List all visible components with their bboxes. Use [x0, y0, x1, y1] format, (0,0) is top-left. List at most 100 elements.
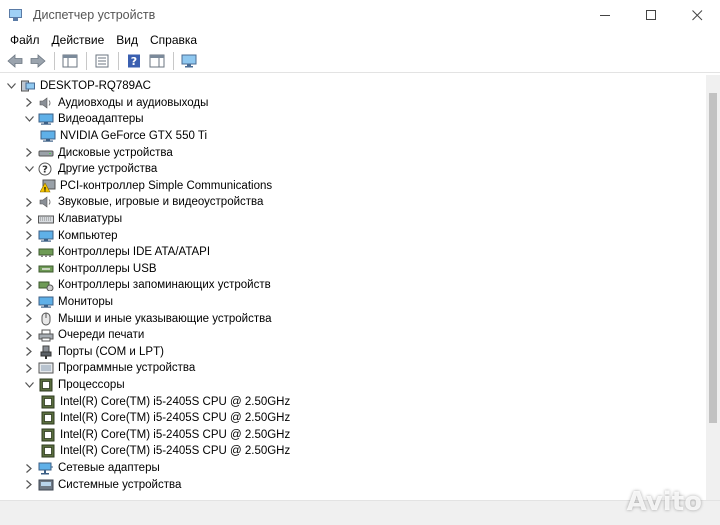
tree-item-label: Контроллеры запоминающих устройств — [58, 279, 271, 292]
tree-item-label: Intel(R) Core(TM) i5-2405S CPU @ 2.50GHz — [60, 412, 291, 425]
tree-category[interactable]: Устройства HID (Human Interface Devices) — [22, 493, 281, 495]
menu-view[interactable]: Вид — [110, 33, 144, 47]
chevron-down-icon[interactable] — [4, 79, 18, 93]
port-icon — [38, 345, 54, 359]
minimize-button[interactable] — [582, 0, 628, 30]
horizontal-scrollbar[interactable] — [0, 500, 720, 525]
tree-item-label: Intel(R) Core(TM) i5-2405S CPU @ 2.50GHz — [60, 445, 291, 458]
tree-category[interactable]: Аудиовходы и аудиовыходы — [22, 95, 208, 112]
forward-button[interactable] — [27, 51, 49, 71]
menu-action[interactable]: Действие — [46, 33, 111, 47]
chevron-right-icon[interactable] — [22, 328, 36, 342]
vertical-scrollbar[interactable] — [706, 75, 720, 500]
tree-category[interactable]: Программные устройства — [22, 360, 195, 377]
processor-icon — [40, 395, 56, 409]
tree-item-label: Клавиатуры — [58, 213, 123, 226]
chevron-right-icon[interactable] — [22, 278, 36, 292]
properties-button[interactable] — [91, 51, 113, 71]
scan-hardware-button[interactable] — [178, 51, 200, 71]
show-hide-console-tree-icon — [62, 54, 78, 67]
tree-category[interactable]: Порты (COM и LPT) — [22, 344, 164, 361]
chevron-right-icon[interactable] — [22, 312, 36, 326]
tree-category[interactable]: Контроллеры IDE ATA/ATAPI — [22, 244, 210, 261]
maximize-button[interactable] — [628, 0, 674, 30]
tree-item-label: Intel(R) Core(TM) i5-2405S CPU @ 2.50GHz — [60, 395, 291, 408]
tree-device[interactable]: Intel(R) Core(TM) i5-2405S CPU @ 2.50GHz — [38, 443, 290, 460]
tree-category[interactable]: Клавиатуры — [22, 211, 122, 228]
chevron-right-icon[interactable] — [22, 494, 36, 495]
mouse-icon — [38, 312, 54, 326]
tree-category[interactable]: Мониторы — [22, 294, 113, 311]
tree-category[interactable]: Контроллеры запоминающих устройств — [22, 277, 271, 294]
device-tree[interactable]: DESKTOP-RQ789AC Аудиовходы и аудиовыходы… — [0, 75, 706, 495]
tree-category[interactable]: Видеоадаптеры — [22, 111, 144, 128]
tree-root-label: DESKTOP-RQ789AC — [40, 80, 151, 93]
tree-category[interactable]: ? Другие устройства — [22, 161, 157, 178]
scroll-thumb[interactable] — [709, 93, 717, 423]
disk-drive-icon — [38, 146, 54, 160]
chevron-right-icon[interactable] — [22, 229, 36, 243]
chevron-down-icon[interactable] — [22, 378, 36, 392]
tree-device[interactable]: Intel(R) Core(TM) i5-2405S CPU @ 2.50GHz — [38, 393, 290, 410]
chevron-right-icon[interactable] — [22, 345, 36, 359]
close-button[interactable] — [674, 0, 720, 30]
chevron-right-icon[interactable] — [22, 212, 36, 226]
software-device-icon — [38, 361, 54, 375]
chevron-right-icon[interactable] — [22, 262, 36, 276]
chevron-right-icon[interactable] — [22, 96, 36, 110]
tree-item-label: Программные устройства — [58, 362, 196, 375]
help-icon: ? — [128, 54, 140, 68]
tree-category[interactable]: Мыши и иные указывающие устройства — [22, 310, 272, 327]
action-pane-button[interactable] — [146, 51, 168, 71]
minimize-icon — [599, 14, 610, 16]
device-manager-icon — [8, 7, 24, 23]
title-bar: Диспетчер устройств — [0, 0, 720, 30]
network-adapter-icon — [38, 461, 54, 475]
svg-text:?: ? — [42, 165, 48, 176]
display-adapter-icon — [40, 129, 56, 143]
tree-item-label: Мониторы — [58, 296, 114, 309]
help-button[interactable]: ? — [123, 51, 145, 71]
tree-category[interactable]: Компьютер — [22, 227, 118, 244]
tree-category[interactable]: Очереди печати — [22, 327, 144, 344]
tree-category[interactable]: Сетевые адаптеры — [22, 460, 160, 477]
tree-device[interactable]: Intel(R) Core(TM) i5-2405S CPU @ 2.50GHz — [38, 427, 290, 444]
chevron-right-icon[interactable] — [22, 295, 36, 309]
tree-device[interactable]: Intel(R) Core(TM) i5-2405S CPU @ 2.50GHz — [38, 410, 290, 427]
chevron-right-icon[interactable] — [22, 195, 36, 209]
tree-category[interactable]: Дисковые устройства — [22, 144, 173, 161]
chevron-right-icon[interactable] — [22, 478, 36, 492]
tree-category[interactable]: Процессоры — [22, 377, 125, 394]
tree-device[interactable]: NVIDIA GeForce GTX 550 Ti — [38, 128, 207, 145]
printer-icon — [38, 328, 54, 342]
tree-root[interactable]: DESKTOP-RQ789AC — [4, 78, 151, 95]
back-button[interactable] — [4, 51, 26, 71]
chevron-right-icon[interactable] — [22, 461, 36, 475]
action-pane-icon — [149, 54, 165, 67]
tree-item-label: PCI-контроллер Simple Communications — [60, 179, 273, 192]
avito-watermark: Avito — [626, 487, 702, 517]
sound-icon — [38, 195, 54, 209]
menu-file[interactable]: Файл — [4, 33, 46, 47]
chevron-down-icon[interactable] — [22, 162, 36, 176]
processor-icon — [40, 411, 56, 425]
menu-help[interactable]: Справка — [144, 33, 203, 47]
chevron-right-icon[interactable] — [22, 361, 36, 375]
usb-icon — [38, 262, 54, 276]
chevron-right-icon[interactable] — [22, 245, 36, 259]
tree-category[interactable]: Контроллеры USB — [22, 261, 157, 278]
menu-bar: Файл Действие Вид Справка — [0, 30, 720, 49]
tree-item-label: Сетевые адаптеры — [58, 462, 160, 475]
chevron-down-icon[interactable] — [22, 112, 36, 126]
speaker-icon — [38, 96, 54, 110]
unknown-device-icon: ? — [38, 162, 54, 176]
tree-item-label: Intel(R) Core(TM) i5-2405S CPU @ 2.50GHz — [60, 428, 291, 441]
console-tree-button[interactable] — [59, 51, 81, 71]
tree-device[interactable]: ! PCI-контроллер Simple Communications — [38, 178, 272, 195]
tree-category[interactable]: Звуковые, игровые и видеоустройства — [22, 194, 263, 211]
tree-category[interactable]: Системные устройства — [22, 476, 181, 493]
properties-icon — [95, 54, 109, 67]
svg-text:?: ? — [131, 55, 137, 68]
warning-device-icon: ! — [40, 179, 56, 193]
chevron-right-icon[interactable] — [22, 146, 36, 160]
